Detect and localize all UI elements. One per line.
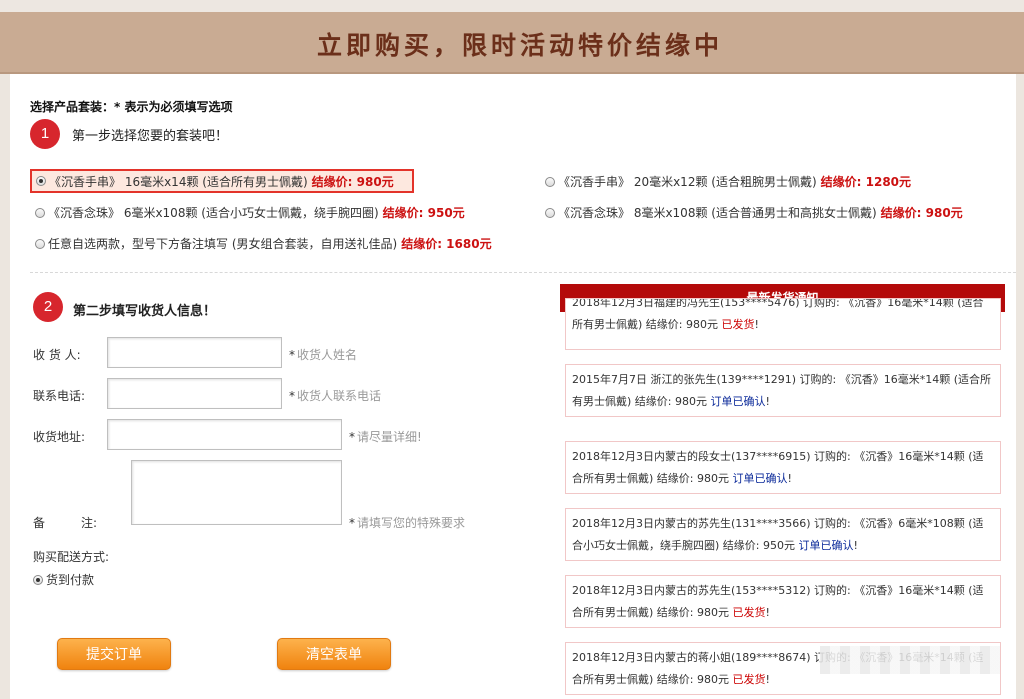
package-option-2[interactable]: 《沉香手串》 20毫米x12颗 (适合粗腕男士佩戴) 结缘价: 1280元 — [545, 173, 911, 190]
notice-item: 2018年12月3日福建的冯先生(153****5476) 订购的: 《沉香》1… — [565, 298, 1001, 350]
package-price: 结缘价: 1280元 — [820, 175, 912, 189]
right-margin — [1016, 74, 1024, 699]
notes-hint: * 请填写您的特殊要求 — [349, 516, 466, 530]
section-divider — [30, 272, 1016, 273]
delivery-option[interactable]: 货到付款 — [33, 571, 94, 588]
package-text: 《沉香念珠》 6毫米x108颗 (适合小巧女士佩戴，绕手腕四圈) — [48, 206, 379, 220]
address-input[interactable] — [107, 419, 342, 450]
name-input[interactable] — [107, 337, 282, 368]
step-2-title: 第二步填写收货人信息！ — [73, 304, 217, 319]
delivery-option-label: 货到付款 — [46, 573, 95, 587]
radio-icon[interactable] — [36, 176, 46, 186]
package-option-4[interactable]: 《沉香念珠》 8毫米x108颗 (适合普通男士和高挑女士佩戴) 结缘价: 980… — [545, 204, 963, 221]
notice-item: 2018年12月3日内蒙古的段女士(137****6915) 订购的: 《沉香》… — [565, 441, 1001, 494]
package-text: 任意自选两款，型号下方备注填写 (男女组合套装，自用送礼佳品) — [48, 237, 398, 251]
clear-form-button[interactable]: 清空表单 — [277, 638, 391, 670]
step-2-badge: 2 — [33, 292, 63, 322]
name-label: 收 货 人: — [33, 348, 81, 362]
step-1-badge: 1 — [30, 119, 60, 149]
step-1-title: 第一步选择您要的套装吧！ — [72, 129, 229, 144]
package-option-3[interactable]: 《沉香念珠》 6毫米x108颗 (适合小巧女士佩戴，绕手腕四圈) 结缘价: 95… — [35, 204, 465, 221]
package-text: 《沉香手串》 20毫米x12颗 (适合粗腕男士佩戴) — [558, 175, 817, 189]
required-hint: 选择产品套装：* 表示为必须填写选项 — [30, 100, 233, 114]
top-strip — [0, 0, 1024, 12]
notice-item: 2018年12月3日内蒙古的苏先生(153****5312) 订购的: 《沉香》… — [565, 575, 1001, 628]
address-hint: * 请尽量详细! — [349, 430, 422, 444]
blurred-watermark — [820, 646, 1000, 674]
radio-icon[interactable] — [35, 207, 45, 218]
package-option-1[interactable]: 《沉香手串》 16毫米x14颗 (适合所有男士佩戴) 结缘价: 980元 — [30, 169, 414, 193]
phone-input[interactable] — [107, 378, 282, 409]
notes-label: 备 注: — [33, 516, 98, 530]
banner-title: 立即购买，限时活动特价结缘中 — [316, 31, 723, 60]
package-text: 《沉香念珠》 8毫米x108颗 (适合普通男士和高挑女士佩戴) — [558, 206, 877, 220]
package-option-5[interactable]: 任意自选两款，型号下方备注填写 (男女组合套装，自用送礼佳品) 结缘价: 168… — [35, 235, 492, 252]
package-price: 结缘价: 1680元 — [401, 237, 492, 251]
phone-hint: * 收货人联系电话 — [289, 389, 382, 403]
submit-order-button[interactable]: 提交订单 — [57, 638, 171, 670]
package-price: 结缘价: 980元 — [880, 206, 963, 220]
delivery-label: 购买配送方式: — [33, 550, 110, 564]
radio-icon[interactable] — [545, 176, 555, 187]
package-text: 《沉香手串》 16毫米x14颗 (适合所有男士佩戴) — [49, 174, 308, 189]
notice-item: 2018年12月3日内蒙古的苏先生(131****3566) 订购的: 《沉香》… — [565, 508, 1001, 561]
promo-banner: 立即购买，限时活动特价结缘中 — [0, 12, 1024, 74]
address-label: 收货地址: — [33, 430, 86, 444]
radio-icon[interactable] — [33, 574, 43, 585]
package-price: 结缘价: 980元 — [311, 174, 394, 189]
radio-icon[interactable] — [545, 207, 555, 218]
package-price: 结缘价: 950元 — [382, 206, 465, 220]
phone-label: 联系电话: — [33, 389, 86, 403]
left-margin — [0, 74, 10, 699]
radio-icon[interactable] — [35, 238, 45, 249]
name-hint: * 收货人姓名 — [289, 348, 358, 362]
notes-textarea[interactable] — [131, 460, 342, 525]
notice-item: 2015年7月7日 浙江的张先生(139****1291) 订购的: 《沉香》1… — [565, 364, 1001, 417]
